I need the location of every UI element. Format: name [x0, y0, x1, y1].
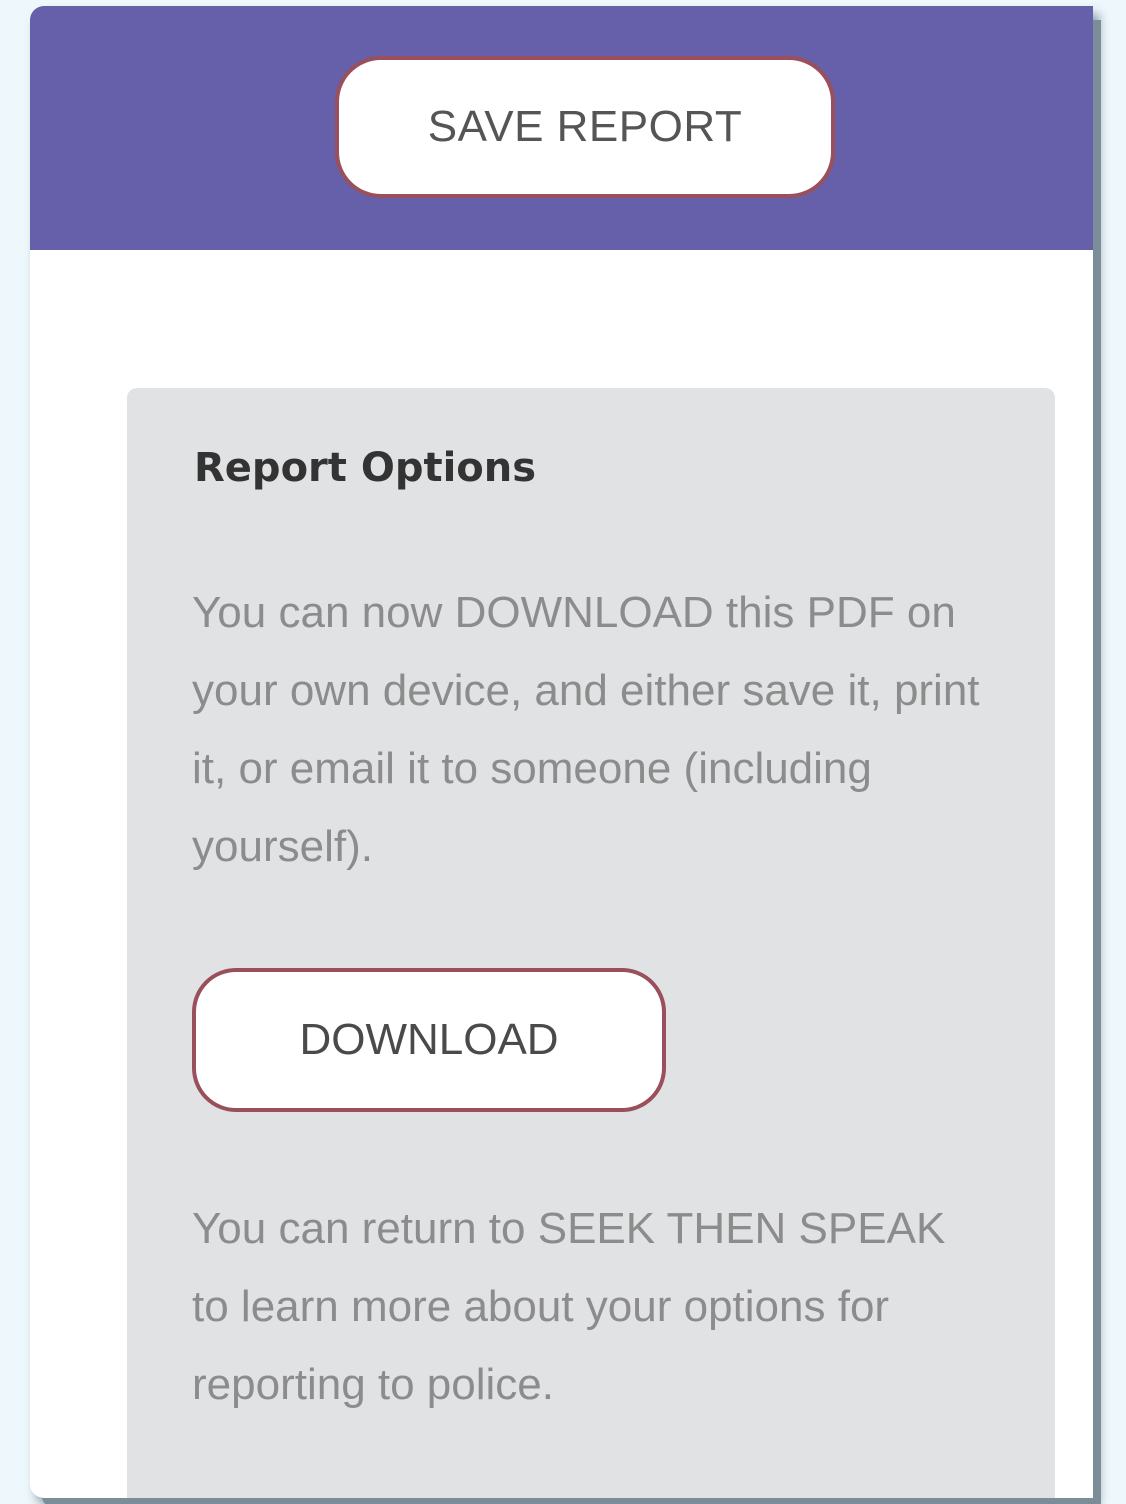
- report-options-title: Report Options: [194, 445, 537, 491]
- report-options-card: Report Options You can now DOWNLOAD this…: [127, 388, 1055, 1498]
- report-panel: SAVE REPORT Report Options You can now D…: [30, 6, 1093, 1498]
- save-report-button[interactable]: SAVE REPORT: [335, 56, 835, 198]
- download-description: You can now DOWNLOAD this PDF on your ow…: [192, 588, 980, 871]
- download-button[interactable]: DOWNLOAD: [192, 968, 666, 1112]
- return-description: You can return to SEEK THEN SPEAK to lea…: [192, 1204, 946, 1409]
- header-band: SAVE REPORT: [30, 6, 1093, 250]
